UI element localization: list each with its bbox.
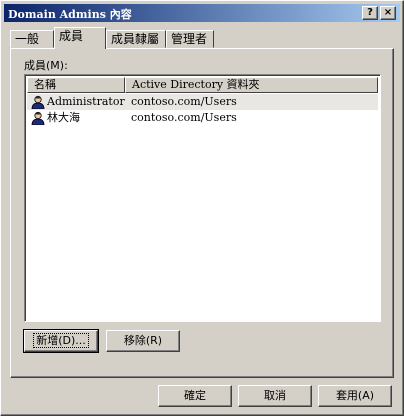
column-header-name[interactable]: 名稱 — [27, 77, 125, 93]
tab-general[interactable]: 一般 — [10, 30, 54, 48]
cancel-button[interactable]: 取消 — [238, 385, 312, 407]
add-button-label: 新增(D)... — [33, 333, 89, 348]
title-bar[interactable]: Domain Admins 內容 ? × — [4, 4, 400, 22]
members-list[interactable]: 名稱 Active Directory 資料夾 Administrator co… — [24, 74, 381, 322]
cancel-button-label: 取消 — [264, 389, 286, 402]
tab-members[interactable]: 成員 — [54, 27, 106, 49]
ok-button[interactable]: 確定 — [158, 385, 232, 407]
remove-button[interactable]: 移除(R) — [106, 330, 180, 352]
help-button[interactable]: ? — [362, 6, 378, 20]
column-header-folder[interactable]: Active Directory 資料夾 — [125, 77, 378, 93]
apply-button[interactable]: 套用(A) — [318, 385, 392, 407]
window-title: Domain Admins 內容 — [8, 8, 132, 21]
member-name: Administrator — [47, 95, 125, 108]
member-folder: contoso.com/Users — [131, 95, 237, 108]
add-button[interactable]: 新增(D)... — [23, 329, 99, 353]
list-item[interactable]: Administrator contoso.com/Users — [27, 94, 378, 110]
close-button[interactable]: × — [380, 6, 396, 20]
close-icon: × — [383, 7, 393, 18]
member-folder: contoso.com/Users — [131, 111, 237, 124]
member-name: 林大海 — [47, 111, 80, 124]
members-label: 成員(M): — [24, 59, 68, 72]
tab-managed-by[interactable]: 管理者 — [166, 30, 214, 48]
remove-button-label: 移除(R) — [123, 334, 163, 347]
list-item[interactable]: 林大海 contoso.com/Users — [27, 110, 378, 126]
apply-button-label: 套用(A) — [335, 389, 375, 402]
tab-member-of[interactable]: 成員隸屬 — [106, 30, 166, 48]
help-icon: ? — [367, 7, 373, 18]
ok-button-label: 確定 — [184, 389, 206, 402]
user-icon — [31, 95, 45, 109]
user-icon — [31, 111, 45, 125]
